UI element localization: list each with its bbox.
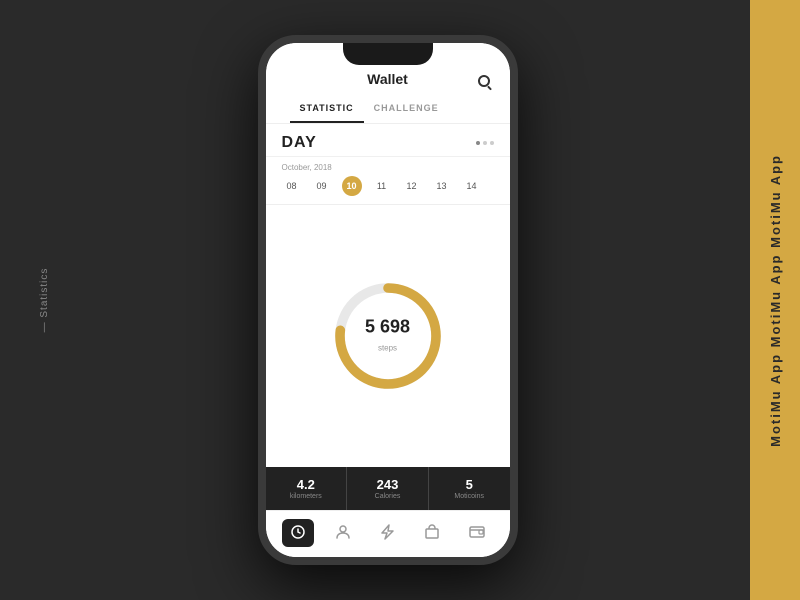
stat-coin-value: 5 [435, 477, 504, 492]
cal-day-13[interactable]: 13 [432, 176, 452, 196]
phone-notch [343, 43, 433, 65]
dot-1 [476, 141, 480, 145]
stat-coin-unit: Moticoins [435, 493, 504, 500]
bottom-nav [266, 510, 510, 557]
cal-day-08[interactable]: 08 [282, 176, 302, 196]
calendar-strip: October, 2018 08 09 10 11 12 13 14 [266, 157, 510, 205]
sidebar-brand-text: MotiMu App MotiMu App MotiMu App [768, 154, 783, 447]
cal-day-11[interactable]: 11 [372, 176, 392, 196]
chart-area: 5 698 steps [266, 205, 510, 467]
activity-icon [290, 524, 306, 543]
nav-challenges[interactable] [371, 519, 403, 547]
stat-km-unit: kilometers [272, 493, 341, 500]
tab-challenge[interactable]: CHALLENGE [364, 95, 449, 123]
stat-cal-unit: Calories [353, 493, 422, 500]
steps-label: steps [378, 344, 397, 353]
lightning-icon [380, 524, 394, 543]
phone-screen: Wallet STATISTIC CHALLENGE [266, 43, 510, 557]
wallet-icon [469, 525, 485, 542]
stat-calories: 243 Calories [347, 467, 429, 510]
calendar-month: October, 2018 [282, 163, 494, 172]
nav-activity[interactable] [282, 519, 314, 547]
tab-bar: STATISTIC CHALLENGE [282, 95, 494, 123]
phone-mockup: Wallet STATISTIC CHALLENGE [258, 35, 518, 565]
nav-shop[interactable] [416, 519, 448, 547]
shop-icon [424, 524, 440, 543]
screen-content: DAY October, 2018 08 09 10 11 [266, 124, 510, 557]
ring-center: 5 698 steps [358, 317, 418, 356]
stat-cal-value: 243 [353, 477, 422, 492]
day-label: DAY [282, 134, 317, 152]
search-icon [478, 75, 490, 87]
profile-icon [335, 524, 351, 543]
cal-day-12[interactable]: 12 [402, 176, 422, 196]
page-title: Wallet [367, 71, 408, 87]
cal-day-09[interactable]: 09 [312, 176, 332, 196]
calendar-days: 08 09 10 11 12 13 14 [282, 176, 494, 196]
steps-ring: 5 698 steps [328, 276, 448, 396]
nav-wallet[interactable] [461, 519, 493, 547]
right-sidebar: MotiMu App MotiMu App MotiMu App [750, 0, 800, 600]
stat-kilometers: 4.2 kilometers [266, 467, 348, 510]
phone-body: Wallet STATISTIC CHALLENGE [258, 35, 518, 565]
steps-count: 5 698 [365, 317, 410, 337]
day-dots [476, 141, 494, 145]
dot-2 [483, 141, 487, 145]
day-row: DAY [266, 124, 510, 157]
cal-day-14[interactable]: 14 [462, 176, 482, 196]
left-statistics-label: — Statistics [39, 268, 50, 333]
stat-km-value: 4.2 [272, 477, 341, 492]
stat-moticoins: 5 Moticoins [429, 467, 510, 510]
tab-statistic[interactable]: STATISTIC [290, 95, 364, 123]
nav-profile[interactable] [327, 519, 359, 547]
dot-3 [490, 141, 494, 145]
search-button[interactable] [474, 71, 494, 91]
stats-bar: 4.2 kilometers 243 Calories 5 Moticoins [266, 467, 510, 510]
cal-day-10[interactable]: 10 [342, 176, 362, 196]
